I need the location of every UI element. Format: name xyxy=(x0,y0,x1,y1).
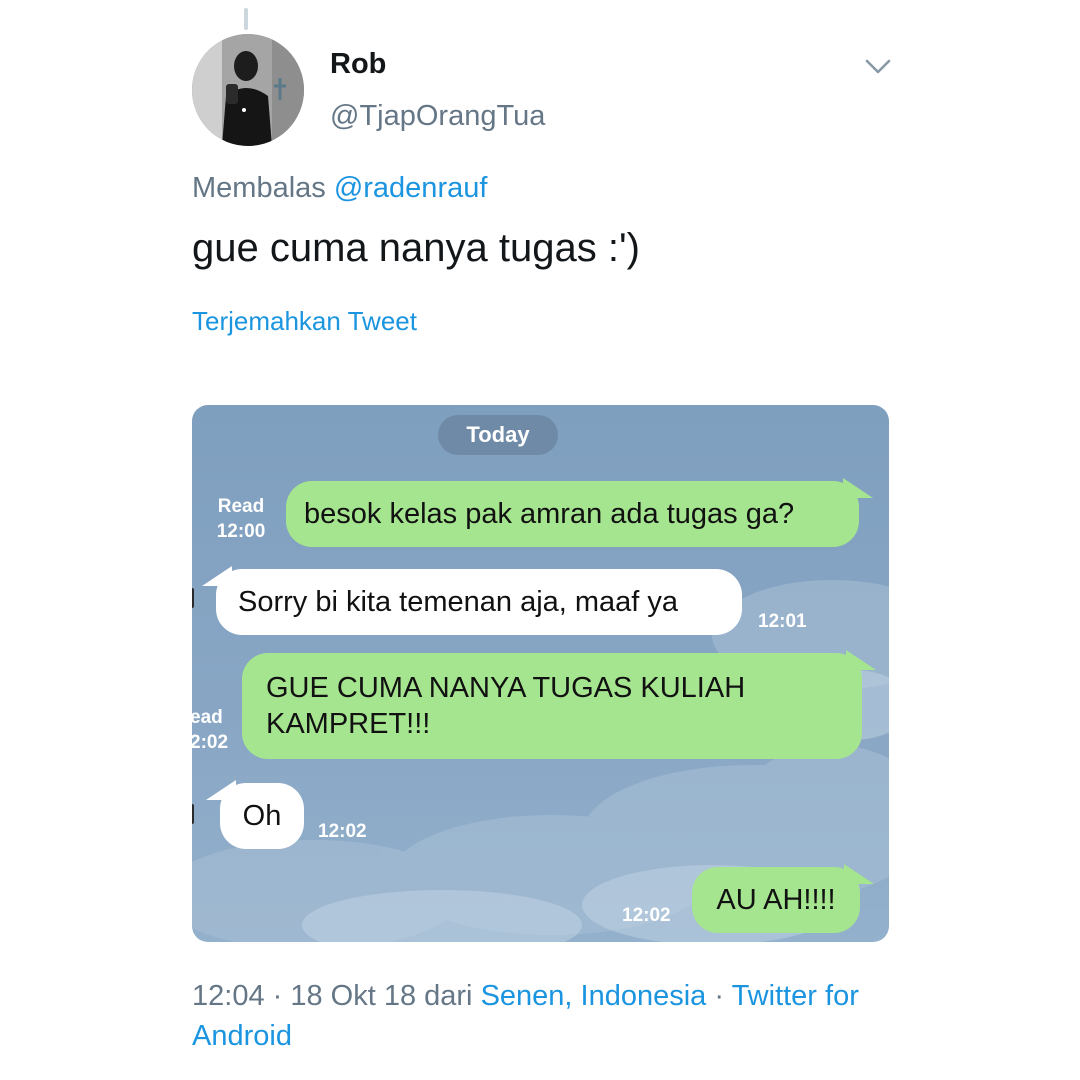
tweet-text: gue cuma nanya tugas :') xyxy=(192,226,640,270)
read-status: Read xyxy=(217,496,265,517)
tweet-timestamp: 12:04 · 18 Okt 18 dari xyxy=(192,980,481,1012)
message-text: Oh xyxy=(242,799,282,832)
reply-context: Membalas @radenrauf xyxy=(192,172,487,205)
translate-tweet-link[interactable]: Terjemahkan Tweet xyxy=(192,306,417,337)
chat-screenshot: Today Read 12:00 besok kelas pak amran a… xyxy=(192,405,889,942)
message-text-line: GUE CUMA NANYA TUGAS KULIAH xyxy=(266,672,746,704)
read-status: ead xyxy=(192,707,223,728)
incoming-message-bubble[interactable]: Sorry bi kita temenan aja, maaf ya xyxy=(202,566,742,635)
message-text: Sorry bi kita temenan aja, maaf ya xyxy=(238,585,679,618)
message-time: 12:01 xyxy=(758,611,807,632)
date-divider: Today xyxy=(438,415,558,455)
avatar-photo xyxy=(192,34,304,146)
incoming-message-bubble[interactable]: Oh xyxy=(206,780,304,849)
thread-connector-line xyxy=(244,8,248,30)
message-text-line: KAMPRET!!! xyxy=(266,708,431,740)
author-handle[interactable]: @TjapOrangTua xyxy=(330,100,545,133)
footer-separator: · xyxy=(706,980,732,1012)
chevron-down-icon[interactable] xyxy=(862,50,894,82)
location-link[interactable]: Senen, Indonesia xyxy=(481,980,707,1012)
outgoing-message-bubble[interactable]: AU AH!!!! xyxy=(692,864,874,933)
message-meta: ead 2:02 xyxy=(192,705,228,755)
tweet-footer: 12:04 · 18 Okt 18 dari Senen, Indonesia … xyxy=(192,976,892,1056)
reply-prefix: Membalas xyxy=(192,172,334,204)
message-time: 12:02 xyxy=(318,821,367,842)
message-time: 12:02 xyxy=(622,905,671,926)
outgoing-message-bubble[interactable]: besok kelas pak amran ada tugas ga? xyxy=(286,478,873,547)
avatar[interactable] xyxy=(192,34,304,146)
message-text: besok kelas pak amran ada tugas ga? xyxy=(304,497,795,530)
avatar-edge-mark xyxy=(192,588,194,608)
reply-mention-link[interactable]: @radenrauf xyxy=(334,172,488,204)
message-time: 12:00 xyxy=(216,521,266,542)
message-meta: Read 12:00 xyxy=(208,494,274,544)
message-text: AU AH!!!! xyxy=(716,883,836,916)
message-time: 2:02 xyxy=(192,732,229,753)
avatar-edge-mark xyxy=(192,804,194,824)
outgoing-message-bubble[interactable]: GUE CUMA NANYA TUGAS KULIAH KAMPRET!!! xyxy=(242,650,876,759)
author-display-name[interactable]: Rob xyxy=(330,48,386,81)
